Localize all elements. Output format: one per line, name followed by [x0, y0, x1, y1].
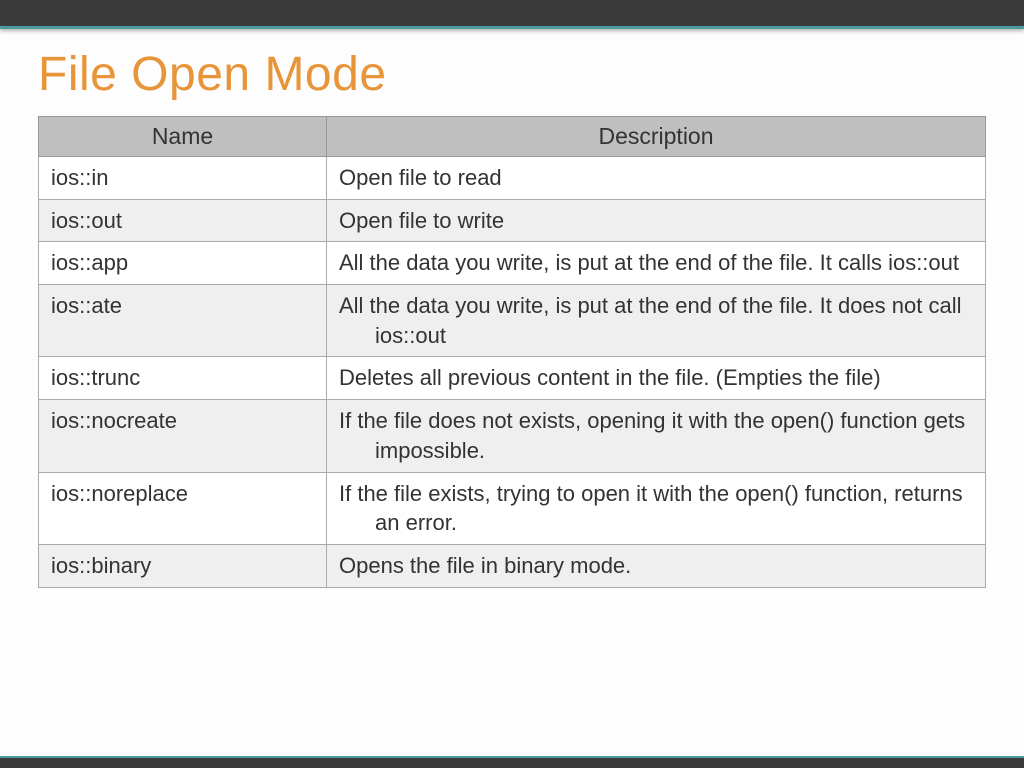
mode-name: ios::ate	[39, 285, 327, 357]
table-row: ios::app All the data you write, is put …	[39, 242, 986, 285]
mode-name: ios::in	[39, 157, 327, 200]
mode-description: Opens the file in binary mode.	[327, 544, 986, 587]
table-row: ios::in Open file to read	[39, 157, 986, 200]
table-row: ios::noreplace If the file exists, tryin…	[39, 472, 986, 544]
mode-description: Open file to write	[327, 199, 986, 242]
mode-description: All the data you write, is put at the en…	[327, 242, 986, 285]
top-accent-bar	[0, 0, 1024, 29]
mode-description: All the data you write, is put at the en…	[327, 285, 986, 357]
table-row: ios::out Open file to write	[39, 199, 986, 242]
mode-description: If the file exists, trying to open it wi…	[327, 472, 986, 544]
mode-name: ios::trunc	[39, 357, 327, 400]
mode-description: Deletes all previous content in the file…	[327, 357, 986, 400]
page-title: File Open Mode	[38, 47, 986, 102]
table-row: ios::binary Opens the file in binary mod…	[39, 544, 986, 587]
mode-name: ios::out	[39, 199, 327, 242]
col-header-name: Name	[39, 117, 327, 157]
mode-description: Open file to read	[327, 157, 986, 200]
mode-name: ios::noreplace	[39, 472, 327, 544]
file-mode-table: Name Description ios::in Open file to re…	[38, 116, 986, 588]
bottom-accent-bar	[0, 756, 1024, 768]
mode-name: ios::nocreate	[39, 400, 327, 472]
table-row: ios::nocreate If the file does not exist…	[39, 400, 986, 472]
table-row: ios::trunc Deletes all previous content …	[39, 357, 986, 400]
col-header-description: Description	[327, 117, 986, 157]
table-header-row: Name Description	[39, 117, 986, 157]
slide-content: File Open Mode Name Description ios::in …	[0, 29, 1024, 588]
mode-description: If the file does not exists, opening it …	[327, 400, 986, 472]
table-row: ios::ate All the data you write, is put …	[39, 285, 986, 357]
mode-name: ios::binary	[39, 544, 327, 587]
mode-name: ios::app	[39, 242, 327, 285]
